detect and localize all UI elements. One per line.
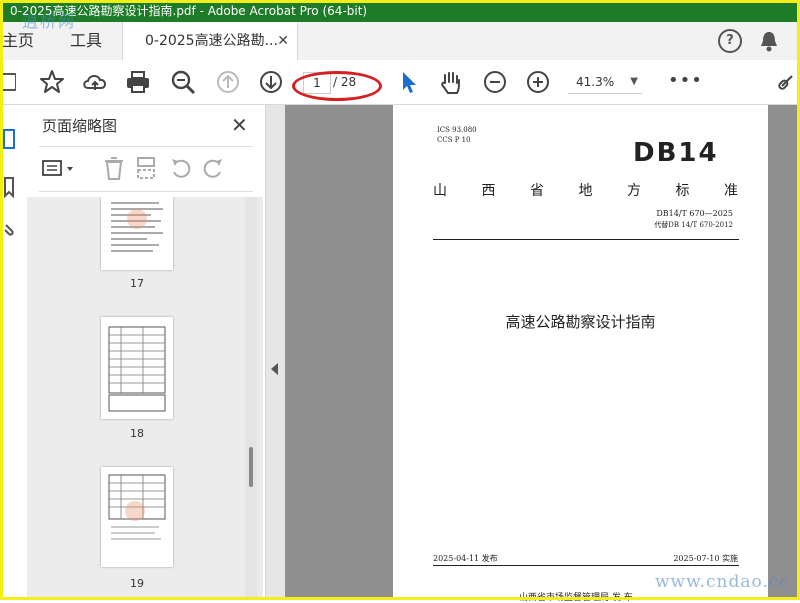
chevron-down-icon: ▼ <box>630 76 638 87</box>
panel-divider <box>39 146 253 147</box>
ics-classification: ICS 93.080 CCS P 10 <box>437 125 477 145</box>
standard-char: 省 <box>530 183 544 199</box>
more-options-icon[interactable]: ••• <box>668 70 703 91</box>
thumbnails-panel: 页面缩略图 ✕ 17 18 19 <box>27 105 266 600</box>
thumbnail-label: 19 <box>130 577 144 590</box>
standard-char: 方 <box>627 183 641 199</box>
thumbnail-list: 17 18 19 <box>27 197 263 600</box>
issuer: 山西省市场监督管理局 发 布 <box>519 593 633 603</box>
standard-code: DB14/T 670—2025 <box>656 209 733 218</box>
zoom-value: 41.3% <box>576 75 615 89</box>
thumbnail-options-icon[interactable] <box>42 157 78 181</box>
ccs-line: CCS P 10 <box>437 136 471 144</box>
select-cursor-icon[interactable] <box>394 68 422 96</box>
document-viewer[interactable]: ICS 93.080 CCS P 10 DB14 山 西 省 地 方 标 准 D… <box>285 105 800 603</box>
zoom-select[interactable]: 41.3% ▼ <box>568 70 642 94</box>
zoom-out-icon[interactable] <box>481 68 509 96</box>
main-toolbar: 1 / 28 41.3% ▼ ••• <box>0 60 800 105</box>
replaces-code: 代替DB 14/T 670-2012 <box>654 221 733 229</box>
standard-char: 准 <box>724 183 738 199</box>
hand-icon[interactable] <box>437 68 465 96</box>
tab-close-icon[interactable]: ✕ <box>277 22 289 60</box>
rotate-left-icon[interactable] <box>169 155 193 181</box>
page-thumbnail[interactable] <box>101 317 173 419</box>
document-title: 高速公路勘察设计指南 <box>505 313 656 331</box>
rotate-right-icon[interactable] <box>201 155 225 181</box>
standard-char: 标 <box>675 183 690 199</box>
link-icon[interactable] <box>778 68 796 96</box>
window-titlebar: 0-2025高速公路勘察设计指南.pdf - Adobe Acrobat Pro… <box>0 0 800 22</box>
page-down-icon[interactable] <box>257 68 285 96</box>
tab-document-label: 0-2025高速公路勘... <box>145 33 278 49</box>
page-thumbnails-nav-icon[interactable] <box>3 127 15 151</box>
left-nav-rail <box>0 105 28 600</box>
db-mark: DB14 <box>633 138 719 168</box>
zoom-in-icon[interactable] <box>524 68 552 96</box>
ics-line: ICS 93.080 <box>437 126 477 134</box>
extract-pages-icon[interactable] <box>135 155 157 181</box>
bell-icon[interactable] <box>759 30 779 52</box>
page-thumbnail[interactable] <box>101 197 173 270</box>
tab-bar: 主页 工具 0-2025高速公路勘... ✕ <box>0 22 800 61</box>
thumbnail-image <box>108 326 166 412</box>
footer-rule <box>433 565 739 566</box>
standard-char: 西 <box>481 183 496 199</box>
trash-icon[interactable] <box>103 155 125 181</box>
standard-type: 山 西 省 地 方 标 准 <box>433 180 738 200</box>
annotation-ellipse <box>292 71 382 101</box>
publish-date: 2025-04-11 发布 <box>433 554 498 563</box>
zoom-search-icon[interactable] <box>169 68 197 96</box>
save-icon[interactable] <box>2 68 16 96</box>
thumbnail-label: 17 <box>130 277 144 290</box>
thumbnail-label: 18 <box>130 427 144 440</box>
standard-char: 山 <box>433 183 447 199</box>
chevron-left-icon <box>271 363 278 375</box>
panel-close-icon[interactable]: ✕ <box>231 113 248 137</box>
panel-title: 页面缩略图 <box>42 117 118 135</box>
panel-collapse-handle[interactable] <box>266 105 285 600</box>
star-icon[interactable] <box>38 68 66 96</box>
watermark-top: 逍桥网 <box>22 12 77 31</box>
thumbnail-scrollbar[interactable] <box>245 197 257 600</box>
print-icon[interactable] <box>124 68 152 96</box>
page-thumbnail[interactable] <box>101 467 173 567</box>
implement-date: 2025-07-10 实施 <box>673 554 738 563</box>
panel-divider <box>39 191 253 192</box>
thumbnail-image <box>108 474 166 540</box>
page-up-icon[interactable] <box>214 68 242 96</box>
attachment-nav-icon[interactable] <box>3 217 15 241</box>
tab-document[interactable]: 0-2025高速公路勘... ✕ <box>122 22 298 60</box>
bookmark-nav-icon[interactable] <box>3 175 15 199</box>
standard-char: 地 <box>578 183 593 199</box>
thumbnail-image <box>111 202 163 252</box>
header-rule <box>433 239 739 240</box>
help-icon[interactable]: ? <box>718 29 742 53</box>
scrollbar-thumb[interactable] <box>249 447 253 487</box>
pdf-page: ICS 93.080 CCS P 10 DB14 山 西 省 地 方 标 准 D… <box>393 105 768 603</box>
cloud-upload-icon[interactable] <box>81 68 109 96</box>
watermark-bottom: www.cndao.cc <box>655 572 790 592</box>
